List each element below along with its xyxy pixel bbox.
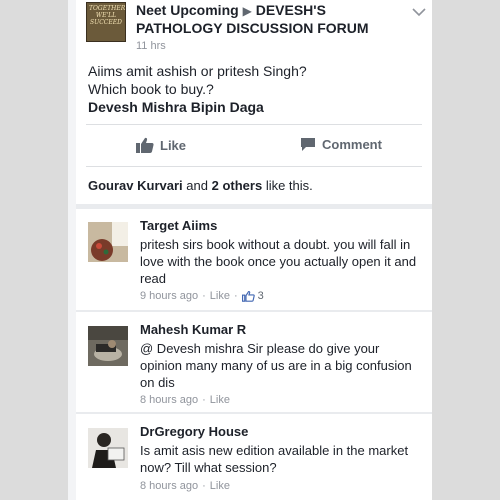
comment-item: Target Aiims pritesh sirs book without a…: [76, 212, 432, 310]
liker-name-link[interactable]: Gourav Kurvari: [88, 178, 183, 193]
like-label: Like: [160, 137, 187, 153]
likes-summary: Gourav Kurvari and 2 others like this.: [88, 178, 424, 193]
post-actions: Like Comment: [86, 130, 422, 162]
meta-dot: ·: [233, 290, 238, 302]
post-card: TOGETHER WE'LL SUCCEED Neet Upcoming ▶ D…: [76, 0, 432, 500]
thumbs-up-icon: [136, 137, 154, 153]
comment-icon: [301, 138, 315, 151]
comment-time[interactable]: 8 hours ago: [140, 394, 198, 406]
likes-others-link[interactable]: 2 others: [212, 178, 263, 193]
group-avatar[interactable]: TOGETHER WE'LL SUCCEED: [86, 2, 126, 42]
arrow-right-icon: ▶: [242, 4, 252, 18]
divider: [86, 124, 422, 125]
comment-text: @ Devesh mishra Sir please do give your …: [140, 341, 412, 390]
comment-meta: 8 hours ago · Like: [140, 480, 230, 492]
post-title: Neet Upcoming ▶ DEVESH'S PATHOLOGY DISCU…: [136, 2, 406, 37]
meta-dot: ·: [202, 394, 206, 406]
comment-meta: 8 hours ago · Like: [140, 394, 230, 406]
comment-time[interactable]: 8 hours ago: [140, 480, 198, 492]
comment-like-link[interactable]: Like: [210, 480, 230, 492]
comment-label: Comment: [322, 137, 382, 152]
comment-separator: [76, 412, 432, 414]
left-background: [0, 0, 68, 500]
comment-item: Mahesh Kumar R @ Devesh mishra Sir pleas…: [76, 316, 432, 412]
comment-author[interactable]: Mahesh Kumar R: [140, 322, 246, 337]
comment-like-count[interactable]: 3: [241, 290, 264, 302]
likes-and: and: [186, 178, 208, 193]
group-avatar-text: TOGETHER WE'LL SUCCEED: [89, 5, 126, 26]
meta-dot: ·: [202, 290, 206, 302]
post-header: TOGETHER WE'LL SUCCEED Neet Upcoming ▶ D…: [86, 0, 426, 56]
post-author-link[interactable]: Neet Upcoming: [136, 2, 239, 18]
comment-like-link[interactable]: Like: [210, 290, 230, 302]
divider: [86, 166, 422, 167]
thumbs-up-icon: [241, 290, 255, 302]
comment-item: DrGregory House Is amit asis new edition…: [76, 418, 432, 500]
comment-text: Is amit asis new edition available in th…: [140, 443, 409, 475]
comment-author[interactable]: DrGregory House: [140, 424, 248, 439]
post-mentions[interactable]: Devesh Mishra Bipin Daga: [88, 98, 418, 116]
post-body: Aiims amit ashish or pritesh Singh? Whic…: [88, 62, 418, 116]
post-text-line2: Which book to buy.?: [88, 81, 214, 97]
comment-button[interactable]: Comment: [300, 137, 382, 152]
like-button[interactable]: Like: [136, 137, 186, 153]
meta-dot: ·: [202, 480, 206, 492]
like-count-value: 3: [257, 290, 264, 302]
avatar[interactable]: [88, 428, 128, 468]
comment-time[interactable]: 9 hours ago: [140, 290, 198, 302]
avatar[interactable]: [88, 222, 128, 262]
post-timestamp[interactable]: 11 hrs: [136, 40, 166, 52]
post-text-line1: Aiims amit ashish or pritesh Singh?: [88, 63, 307, 79]
section-separator: [76, 204, 432, 209]
chevron-down-icon[interactable]: [412, 4, 426, 20]
comment-like-link[interactable]: Like: [210, 394, 230, 406]
comment-text: pritesh sirs book without a doubt. you w…: [140, 237, 417, 286]
right-background: [432, 0, 500, 500]
comment-meta: 9 hours ago · Like · 3: [140, 290, 264, 302]
avatar[interactable]: [88, 326, 128, 366]
comment-author[interactable]: Target Aiims: [140, 218, 217, 233]
likes-suffix: like this.: [265, 178, 313, 193]
comment-separator: [76, 310, 432, 312]
left-edge: [68, 0, 76, 500]
